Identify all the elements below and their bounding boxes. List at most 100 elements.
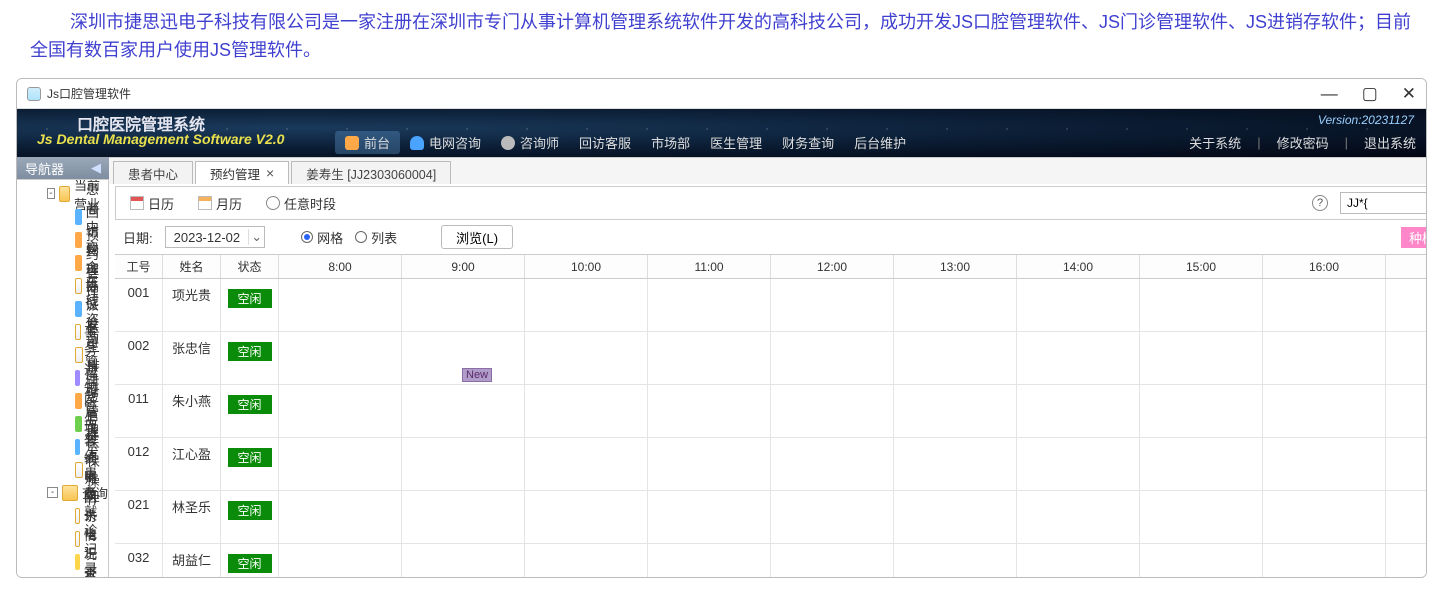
hour-cell[interactable] — [1140, 332, 1263, 384]
menu-item[interactable]: 电网咨询 — [400, 131, 491, 154]
hour-cell[interactable] — [1140, 279, 1263, 331]
menu-label: 电网咨询 — [429, 133, 481, 152]
hour-cell[interactable] — [525, 385, 648, 437]
hour-cell[interactable] — [1263, 544, 1386, 577]
hour-cell[interactable] — [1017, 438, 1140, 490]
menu-item-right[interactable]: 关于系统 — [1179, 131, 1251, 154]
search-input[interactable] — [1341, 196, 1427, 210]
help-icon[interactable]: ? — [1312, 195, 1328, 211]
hour-cell[interactable] — [771, 385, 894, 437]
hour-cell[interactable] — [279, 438, 402, 490]
tab[interactable]: 患者中心 — [113, 161, 193, 184]
menu-item-right[interactable]: 退出系统 — [1354, 131, 1426, 154]
hour-cell[interactable] — [525, 332, 648, 384]
view-mode-button[interactable]: 日历 — [124, 192, 180, 215]
hour-cell[interactable] — [894, 491, 1017, 543]
navigator-collapse-icon[interactable]: ◀ — [91, 160, 101, 176]
hour-cell[interactable] — [771, 438, 894, 490]
maximize-button[interactable]: ▢ — [1362, 84, 1378, 104]
tag-implant[interactable]: 种植 — [1401, 227, 1427, 248]
hour-cell[interactable] — [279, 385, 402, 437]
cal-icon — [130, 196, 144, 210]
hour-cell[interactable] — [771, 544, 894, 577]
hour-cell[interactable] — [648, 438, 771, 490]
close-button[interactable]: ✕ — [1402, 84, 1416, 104]
hour-cell[interactable] — [402, 385, 525, 437]
hour-cell[interactable] — [1386, 491, 1427, 543]
hour-cell[interactable] — [1017, 385, 1140, 437]
hour-cell[interactable] — [1140, 544, 1263, 577]
menu-item[interactable]: 前台 — [335, 131, 400, 154]
hour-cell[interactable] — [1386, 438, 1427, 490]
hour-cell[interactable] — [894, 438, 1017, 490]
hour-cell[interactable] — [894, 332, 1017, 384]
hour-cell[interactable] — [1386, 279, 1427, 331]
hour-cell[interactable] — [1017, 279, 1140, 331]
hour-cell[interactable] — [1140, 438, 1263, 490]
hour-cell[interactable] — [1263, 332, 1386, 384]
hour-cell[interactable] — [1263, 385, 1386, 437]
schedule-grid: 工号姓名状态8:009:0010:0011:0012:0013:0014:001… — [115, 254, 1427, 577]
browse-button[interactable]: 浏览(L) — [441, 225, 513, 249]
tab-close-icon[interactable]: × — [266, 165, 274, 181]
hour-cell[interactable] — [402, 438, 525, 490]
hour-cell[interactable] — [1017, 332, 1140, 384]
hour-cell[interactable] — [648, 279, 771, 331]
menu-item[interactable]: 咨询师 — [491, 131, 569, 154]
hour-cell[interactable] — [1386, 332, 1427, 384]
radio-grid[interactable]: 网格 — [301, 228, 343, 247]
hour-cell[interactable] — [648, 332, 771, 384]
menu-item[interactable]: 财务查询 — [772, 131, 844, 154]
tree-toggle-icon[interactable]: - — [47, 487, 58, 498]
menu-label: 医生管理 — [710, 133, 762, 152]
new-badge[interactable]: New — [462, 368, 492, 382]
hour-cell[interactable] — [1140, 491, 1263, 543]
hour-cell[interactable] — [894, 385, 1017, 437]
view-mode-button[interactable]: 任意时段 — [260, 192, 342, 215]
minimize-button[interactable]: — — [1321, 84, 1338, 104]
hour-cell[interactable] — [402, 544, 525, 577]
menu-item[interactable]: 医生管理 — [700, 131, 772, 154]
hour-cell[interactable] — [894, 544, 1017, 577]
hour-cell[interactable] — [648, 544, 771, 577]
tree-node-icon — [75, 347, 83, 363]
hour-cell[interactable]: New — [402, 332, 525, 384]
hour-cell[interactable] — [771, 279, 894, 331]
hour-cell[interactable] — [279, 279, 402, 331]
menu-item[interactable]: 回访客服 — [569, 131, 641, 154]
view-mode-button[interactable]: 月历 — [192, 192, 248, 215]
hour-cell[interactable] — [1263, 491, 1386, 543]
tab[interactable]: 姜寿生 [JJ2303060004] — [291, 161, 451, 184]
radio-list[interactable]: 列表 — [355, 228, 397, 247]
date-picker[interactable]: 2023-12-02 ⌄ — [165, 226, 266, 248]
hour-cell[interactable] — [525, 279, 648, 331]
hour-cell[interactable] — [1263, 279, 1386, 331]
tab[interactable]: 预约管理× — [195, 161, 289, 184]
tree-toggle-icon[interactable]: - — [47, 188, 55, 199]
hour-cell[interactable] — [525, 544, 648, 577]
tree-node[interactable]: 来电记录查询 — [17, 550, 108, 573]
hour-cell[interactable] — [1386, 385, 1427, 437]
hour-cell[interactable] — [1017, 491, 1140, 543]
hour-cell[interactable] — [771, 332, 894, 384]
hour-cell[interactable] — [402, 279, 525, 331]
hour-cell[interactable] — [525, 491, 648, 543]
hour-cell[interactable] — [525, 438, 648, 490]
hour-cell[interactable] — [1263, 438, 1386, 490]
date-dropdown-icon[interactable]: ⌄ — [248, 229, 264, 245]
menu-item[interactable]: 市场部 — [641, 131, 700, 154]
menu-item-right[interactable]: 修改密码 — [1267, 131, 1339, 154]
hour-cell[interactable] — [279, 544, 402, 577]
hour-cell[interactable] — [648, 385, 771, 437]
hour-cell[interactable] — [648, 491, 771, 543]
hour-cell[interactable] — [402, 491, 525, 543]
menu-item[interactable]: 后台维护 — [844, 131, 916, 154]
hour-cell[interactable] — [1140, 385, 1263, 437]
hour-cell[interactable] — [1386, 544, 1427, 577]
search-combo[interactable]: ⌄ — [1340, 192, 1427, 214]
hour-cell[interactable] — [1017, 544, 1140, 577]
hour-cell[interactable] — [279, 332, 402, 384]
hour-cell[interactable] — [771, 491, 894, 543]
hour-cell[interactable] — [894, 279, 1017, 331]
hour-cell[interactable] — [279, 491, 402, 543]
